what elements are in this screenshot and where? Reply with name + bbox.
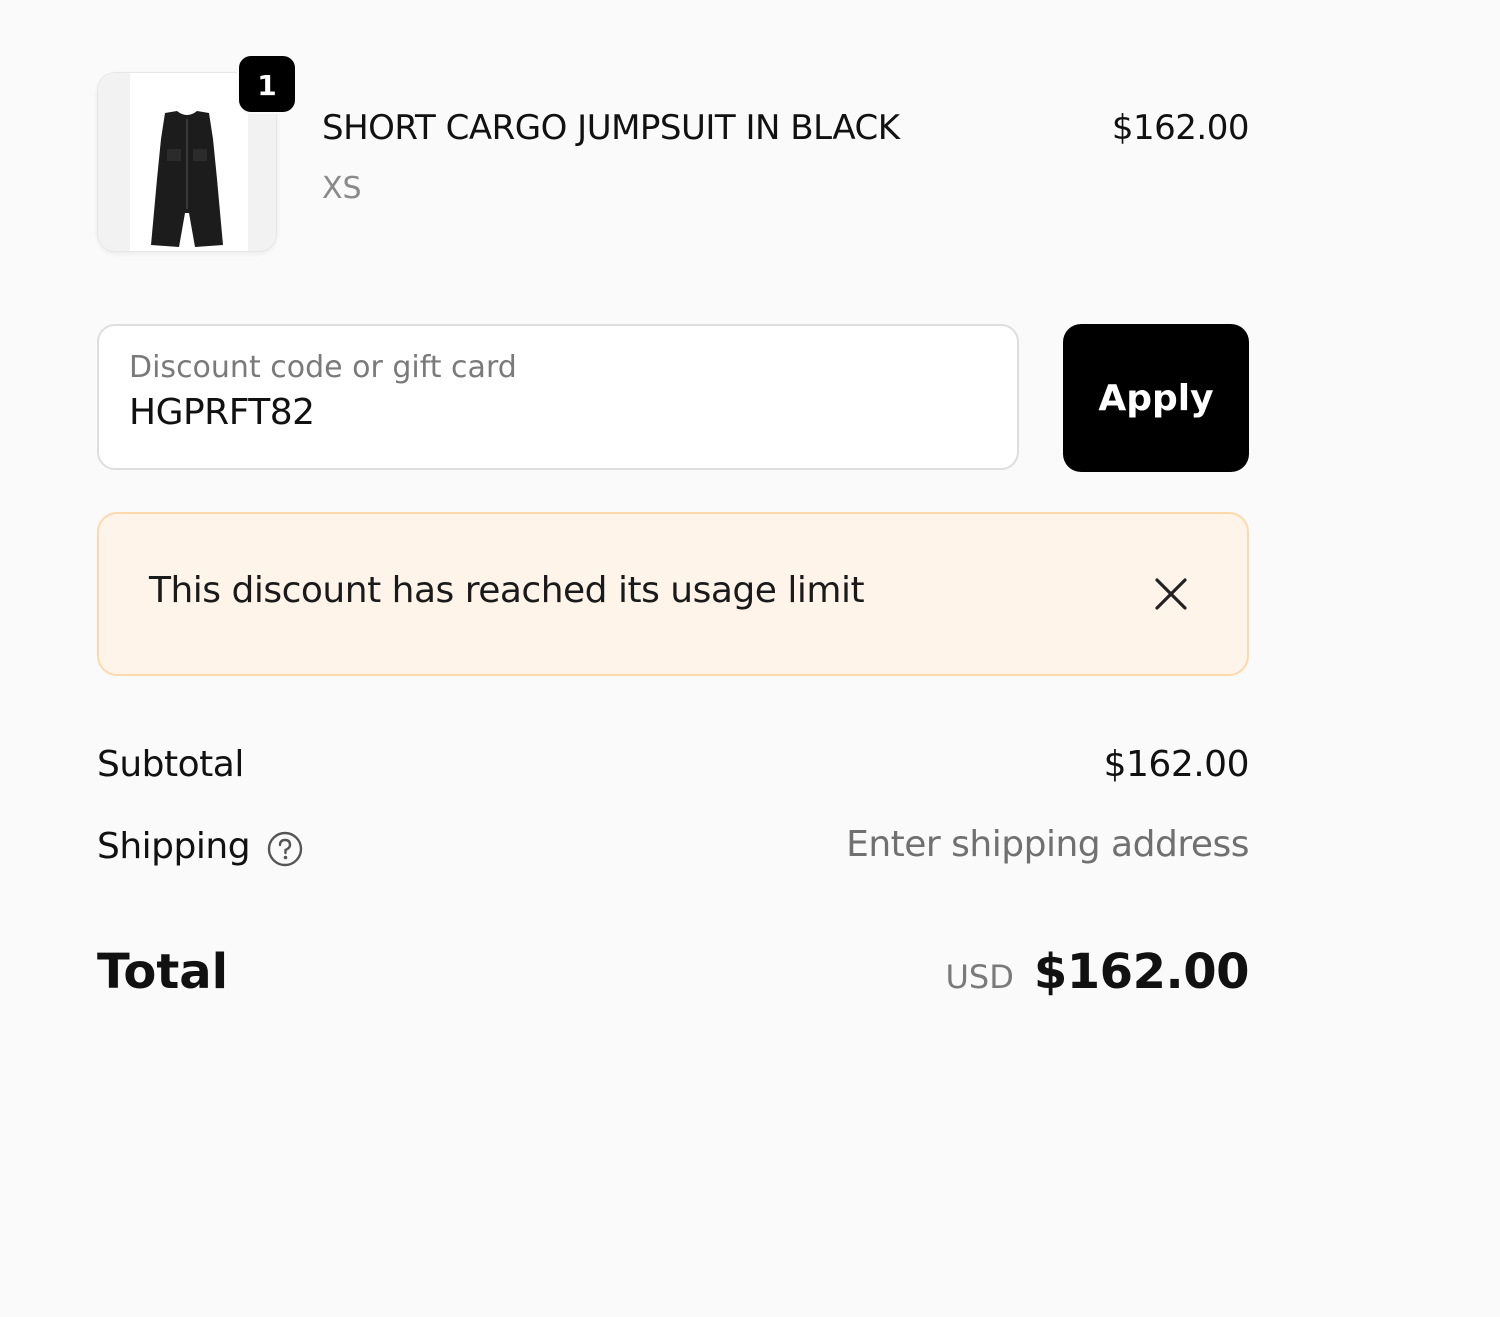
discount-field[interactable]: Discount code or gift card — [97, 324, 1019, 470]
apply-button[interactable]: Apply — [1063, 324, 1249, 472]
total-row: Total USD $162.00 — [97, 934, 1250, 1034]
total-amount: $162.00 — [1033, 944, 1250, 1000]
jumpsuit-icon — [151, 111, 223, 247]
product-price: $162.00 — [1111, 108, 1250, 148]
currency-code: USD — [945, 958, 1014, 996]
shipping-label: Shipping — [97, 824, 304, 868]
discount-error-banner: This discount has reached its usage limi… — [97, 512, 1249, 676]
product-variant: XS — [322, 171, 362, 206]
subtotal-label: Subtotal — [97, 744, 244, 785]
banner-message: This discount has reached its usage limi… — [149, 570, 865, 611]
total-value: USD $162.00 — [946, 944, 1250, 1000]
discount-field-label: Discount code or gift card — [129, 350, 517, 385]
subtotal-row: Subtotal $162.00 — [97, 736, 1250, 816]
close-icon[interactable] — [1143, 566, 1199, 622]
question-circle-icon[interactable] — [266, 830, 304, 868]
order-summary: 1 SHORT CARGO JUMPSUIT IN BLACK XS $162.… — [97, 52, 1250, 1034]
product-name: SHORT CARGO JUMPSUIT IN BLACK — [322, 108, 900, 148]
total-label: Total — [97, 944, 229, 1000]
discount-code-input[interactable] — [129, 392, 989, 433]
subtotal-value: $162.00 — [1103, 744, 1250, 785]
shipping-row: Shipping Enter shipping address — [97, 816, 1249, 896]
discount-row: Discount code or gift card Apply — [97, 324, 1249, 472]
shipping-value: Enter shipping address — [846, 824, 1249, 865]
line-item: 1 SHORT CARGO JUMPSUIT IN BLACK XS $162.… — [97, 52, 1250, 254]
quantity-badge: 1 — [237, 54, 297, 114]
cost-summary: Subtotal $162.00 Shipping Enter shipping… — [97, 736, 1250, 1034]
